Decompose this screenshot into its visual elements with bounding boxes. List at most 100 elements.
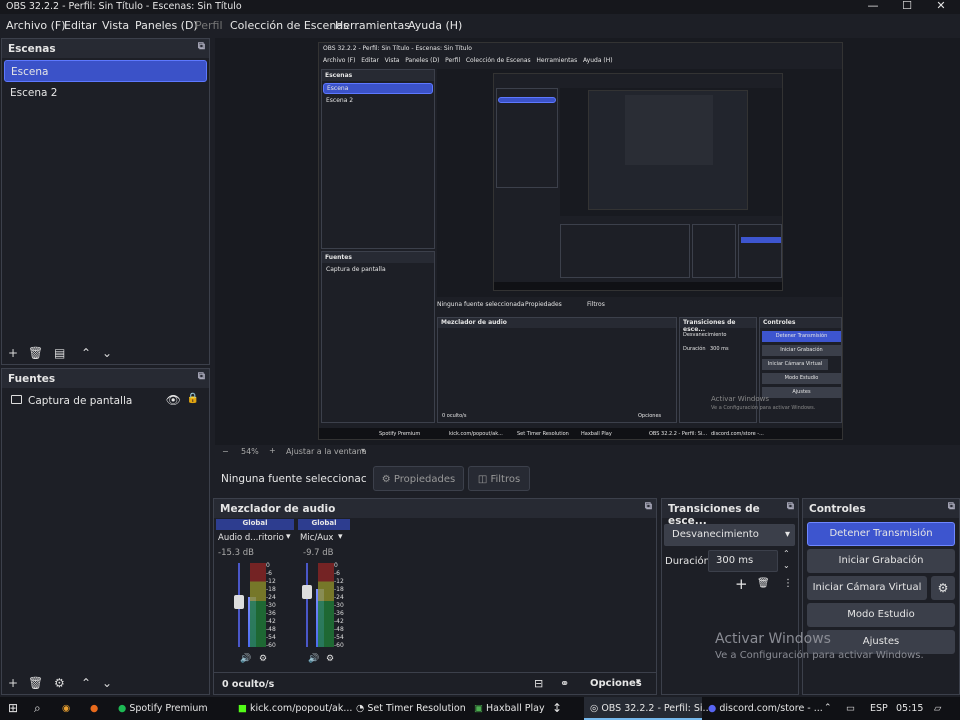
controls-panel: Controles ⧉ Detener Transmisión Iniciar … xyxy=(802,498,960,695)
gear-icon[interactable]: ⚙ xyxy=(931,576,955,600)
stepper-down-icon[interactable]: ⌄ xyxy=(783,561,790,570)
undock-icon[interactable]: ⧉ xyxy=(787,501,794,512)
zoom-out-icon[interactable]: − xyxy=(222,447,229,456)
scenes-toolbar: + 🗑 ▤ ⌃ ⌄ xyxy=(2,343,209,365)
search-icon[interactable]: ⌕ xyxy=(34,697,41,720)
menu-paneles[interactable]: Paneles (D) xyxy=(135,19,198,32)
speaker-icon[interactable]: 🔊 xyxy=(240,654,251,664)
source-item[interactable]: Captura de pantalla 👁 🔒 xyxy=(4,390,207,412)
minimize-icon[interactable]: — xyxy=(856,0,890,14)
activation-watermark-title: Activar Windows xyxy=(715,631,831,647)
studio-mode-button[interactable]: Modo Estudio xyxy=(807,603,955,627)
filter-icon[interactable]: ▤ xyxy=(54,346,65,360)
eye-icon[interactable]: 👁 xyxy=(166,393,181,407)
undock-icon[interactable]: ⧉ xyxy=(198,371,205,382)
chrome-icon[interactable]: ◉ xyxy=(62,697,70,720)
network-icon[interactable]: ▭ xyxy=(846,697,855,720)
inner-task-obs: OBS 32.2.2 - Perfil: Si... xyxy=(649,431,708,437)
task-kick[interactable]: ■ kick.com/popout/ak... xyxy=(238,697,352,720)
chevron-down-icon[interactable]: ▾ xyxy=(338,532,343,542)
language-indicator[interactable]: ESP xyxy=(870,697,888,720)
volume-knob[interactable] xyxy=(302,585,312,599)
move-down-icon[interactable]: ⌄ xyxy=(102,346,112,360)
menu-ayuda[interactable]: Ayuda (H) xyxy=(408,19,462,32)
gear-icon[interactable]: ⚙ xyxy=(54,676,65,690)
menu-archivo[interactable]: Archivo (F) xyxy=(6,19,66,32)
stepper-up-icon[interactable]: ⌃ xyxy=(783,549,790,558)
speaker-icon[interactable]: 🔊 xyxy=(308,654,319,664)
firefox-icon[interactable]: ● xyxy=(90,697,98,720)
discord-icon: ● xyxy=(708,703,717,714)
tray-chevron-icon[interactable]: ⌃ xyxy=(824,697,832,720)
duration-input[interactable]: 300 ms xyxy=(708,550,778,572)
filters-button[interactable]: ◫ Filtros xyxy=(468,466,530,491)
inner-settings-button: Ajustes xyxy=(762,387,841,398)
hidden-count: 0 oculto/s xyxy=(222,679,275,690)
trash-icon[interactable]: 🗑 xyxy=(757,578,770,589)
deep-mixer xyxy=(560,224,690,278)
chevron-down-icon[interactable]: ▾ xyxy=(286,532,291,542)
task-label: Set Timer Resolution xyxy=(367,703,466,714)
scene-item-escena-2[interactable]: Escena 2 xyxy=(4,82,207,104)
task-haxball[interactable]: ▣ Haxball Play xyxy=(474,697,545,720)
task-obs[interactable]: ◎ OBS 32.2.2 - Perfil: Si... xyxy=(584,697,712,720)
window-title: OBS 32.2.2 - Perfil: Sin Título - Escena… xyxy=(6,1,242,12)
menu-perfil[interactable]: Perfil xyxy=(195,19,223,32)
taskbar: ⊞ ⌕ ◉ ● ● Spotify Premium ■ kick.com/pop… xyxy=(0,697,960,720)
undock-icon[interactable]: ⧉ xyxy=(198,41,205,52)
inner-duration: 300 ms xyxy=(710,346,729,352)
transition-select[interactable]: Desvanecimiento ▾ xyxy=(664,524,795,546)
volume-knob[interactable] xyxy=(234,595,244,609)
options-button[interactable]: Opciones xyxy=(590,678,642,689)
transitions-panel: Transiciones de esce... ⧉ Desvanecimient… xyxy=(661,498,799,695)
task-discord[interactable]: ● discord.com/store - ... xyxy=(708,697,823,720)
notification-icon[interactable]: ▱ xyxy=(934,697,941,720)
preview-area[interactable]: OBS 32.2.2 - Perfil: Sin Título - Escena… xyxy=(215,38,960,445)
trash-icon[interactable]: 🗑 xyxy=(28,346,43,360)
close-icon[interactable]: ✕ xyxy=(924,0,958,14)
filters-label: Filtros xyxy=(490,474,521,485)
undock-icon[interactable]: ⧉ xyxy=(645,501,652,512)
move-up-icon[interactable]: ⌃ xyxy=(81,676,91,690)
start-virtual-camera-button[interactable]: Iniciar Cámara Virtual xyxy=(807,576,927,600)
chevron-down-icon[interactable]: ▾ xyxy=(361,446,365,455)
task-label: OBS 32.2.2 - Perfil: Si... xyxy=(601,703,712,714)
add-icon[interactable]: + xyxy=(8,676,18,690)
maximize-icon[interactable]: ☐ xyxy=(890,0,924,14)
add-icon[interactable]: + xyxy=(8,346,18,360)
link-icon[interactable]: ⚙ xyxy=(259,654,267,664)
inner-preview xyxy=(437,69,842,297)
clock[interactable]: 05:15 xyxy=(896,697,923,720)
chevron-down-icon[interactable]: ▾ xyxy=(636,677,641,687)
inner-hidden-label: 0 oculto/s xyxy=(442,413,467,419)
mixer-title: Mezclador de audio xyxy=(220,503,336,515)
undock-icon[interactable]: ⧉ xyxy=(948,501,955,512)
link-icon[interactable]: ⚭ xyxy=(560,677,569,690)
zoom-in-icon[interactable]: + xyxy=(269,446,276,455)
stop-stream-button[interactable]: Detener Transmisión xyxy=(807,522,955,546)
db-scale: 0 -6 -12 -18 -24 -30 -36 -42 -48 -54 -60 xyxy=(266,562,276,649)
lock-icon[interactable]: 🔒 xyxy=(187,393,199,404)
move-down-icon[interactable]: ⌄ xyxy=(102,676,112,690)
inner-sources-header: Fuentes xyxy=(322,252,434,263)
windows-start-icon[interactable]: ⊞ xyxy=(8,697,18,720)
move-up-icon[interactable]: ⌃ xyxy=(81,346,91,360)
zoom-level: 54% xyxy=(241,447,259,456)
volume-slider[interactable] xyxy=(306,563,308,647)
menu-vista[interactable]: Vista xyxy=(102,19,129,32)
start-recording-button[interactable]: Iniciar Grabación xyxy=(807,549,955,573)
layout-icon[interactable]: ⊟ xyxy=(534,677,543,690)
add-icon[interactable]: + xyxy=(735,575,748,593)
task-spotify[interactable]: ● Spotify Premium xyxy=(118,697,208,720)
more-icon[interactable]: ⋮ xyxy=(783,578,793,589)
scene-item-escena[interactable]: Escena xyxy=(4,60,207,82)
menu-herramientas[interactable]: Herramientas xyxy=(335,19,410,32)
trash-icon[interactable]: 🗑 xyxy=(28,676,43,690)
properties-button[interactable]: ⚙ Propiedades xyxy=(373,466,464,491)
timer-icon: ◔ xyxy=(356,703,365,714)
task-timer[interactable]: ◔ Set Timer Resolution xyxy=(356,697,466,720)
fit-window-select[interactable]: Ajustar a la ventana xyxy=(286,447,367,456)
menu-coleccion[interactable]: Colección de Escenas xyxy=(230,19,349,32)
menu-editar[interactable]: Editar xyxy=(64,19,97,32)
link-icon[interactable]: ⚙ xyxy=(326,654,334,664)
